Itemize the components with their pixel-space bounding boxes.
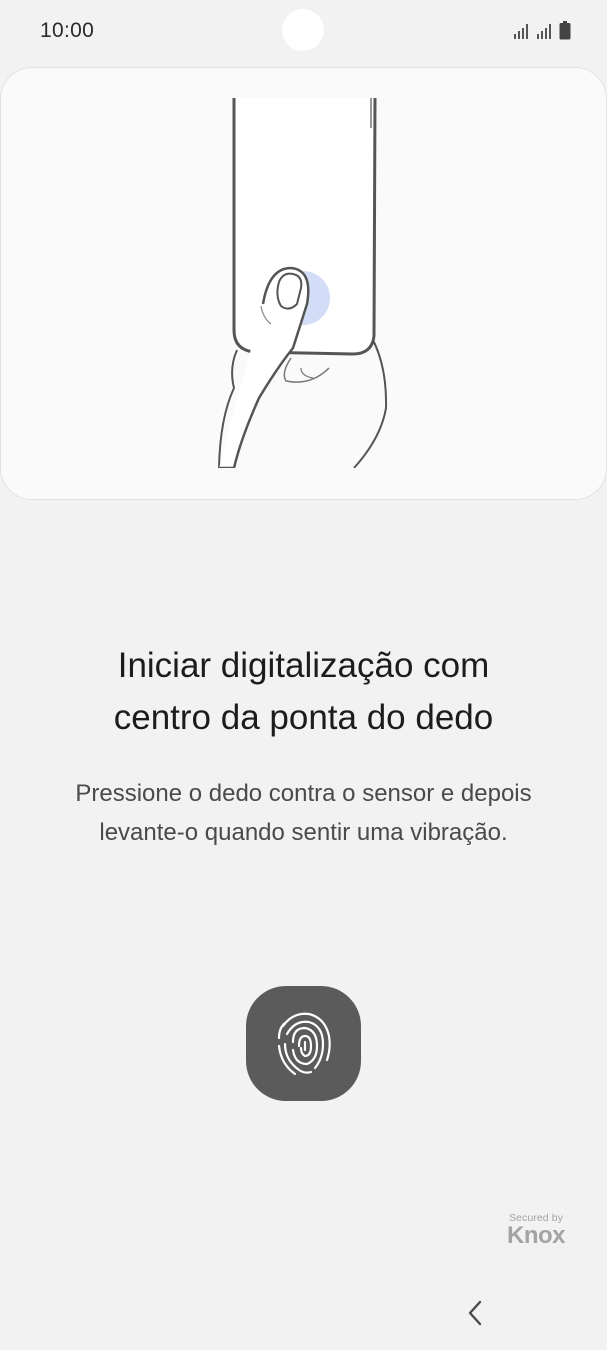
finger-on-sensor-illustration [1,97,606,499]
page-title: Iniciar digitalização com centro da pont… [0,640,607,744]
status-icons [513,20,571,40]
fingerprint-icon [277,1012,331,1075]
nav-back-button[interactable] [455,1293,495,1333]
knox-text: Knox [507,1222,566,1249]
chevron-left-icon [468,1300,482,1326]
signal-icon [537,24,551,39]
fingerprint-sensor-button[interactable] [246,986,361,1101]
title-line-1: Iniciar digitalização com [117,646,490,685]
battery-icon [559,21,571,40]
signal-icon [514,24,528,39]
illustration-card [0,67,607,500]
instruction-line-2: levante-o quando sentir uma vibração. [99,819,508,846]
instruction-line-1: Pressione o dedo contra o sensor e depoi… [75,780,532,807]
title-line-2: centro da ponta do dedo [113,698,494,737]
knox-logo: Secured by Knox [500,1212,572,1248]
status-bar: 10:00 [0,0,607,62]
instruction-text: Pressione o dedo contra o sensor e depoi… [0,774,607,852]
status-time: 10:00 [40,19,95,42]
camera-cutout [282,9,324,51]
